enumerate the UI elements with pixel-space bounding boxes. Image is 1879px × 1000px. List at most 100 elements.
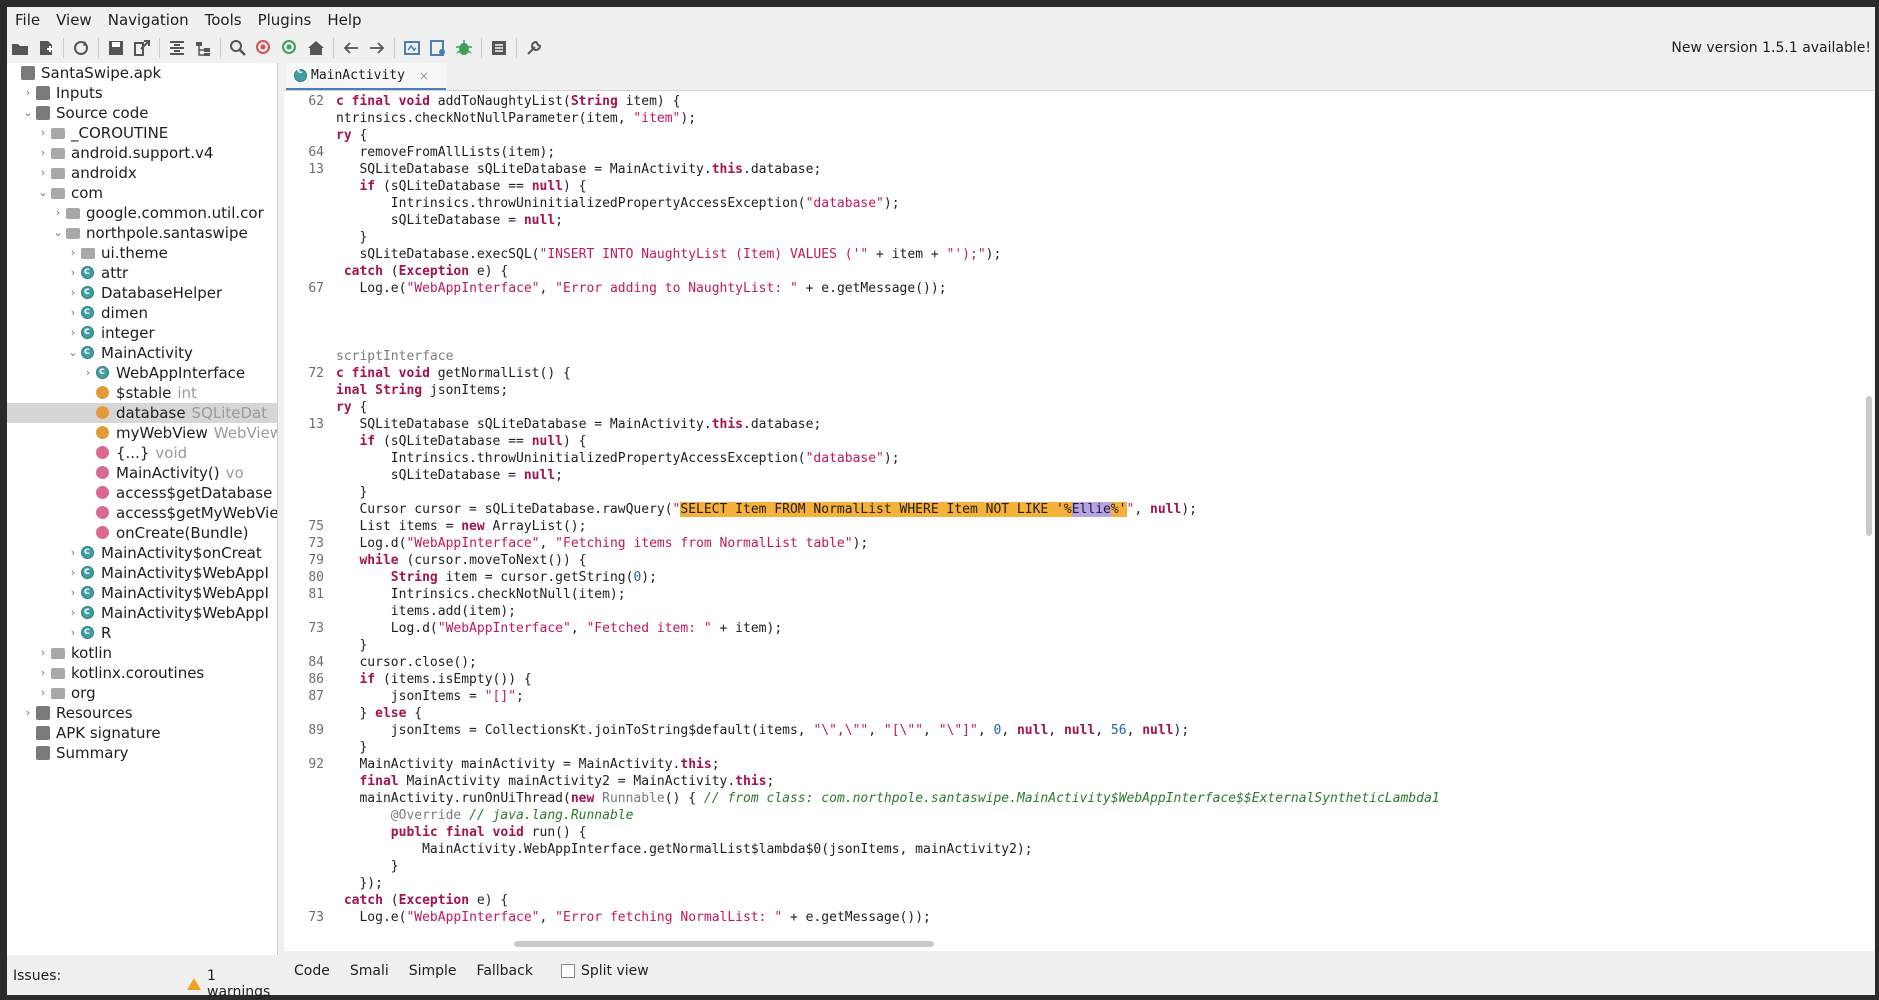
tree-item[interactable]: › kotlin <box>7 643 277 663</box>
debug-icon[interactable] <box>451 35 477 61</box>
expand-icon[interactable]: › <box>37 663 49 683</box>
tab-simple[interactable]: Simple <box>399 963 467 979</box>
tree-item[interactable]: APK signature <box>7 723 277 743</box>
collapse-icon[interactable]: ⌄ <box>52 223 64 243</box>
warnings-indicator[interactable]: 1 warnings <box>187 968 277 1000</box>
code-line[interactable]: SQLiteDatabase sQLiteDatabase = MainActi… <box>336 161 821 178</box>
horizontal-scrollbar[interactable] <box>514 941 934 947</box>
code-line[interactable]: jsonItems = "[]"; <box>336 688 524 705</box>
code-line[interactable]: }); <box>336 875 383 892</box>
tab-mainactivity[interactable]: MainActivity × <box>286 63 446 90</box>
deobf-icon[interactable] <box>399 35 425 61</box>
tree-item[interactable]: MainActivity() vo <box>7 463 277 483</box>
code-line[interactable]: inal String jsonItems; <box>336 382 508 399</box>
expand-icon[interactable]: › <box>82 363 94 383</box>
export-icon[interactable] <box>129 35 155 61</box>
code-line[interactable]: Intrinsics.throwUninitializedPropertyAcc… <box>336 195 900 212</box>
code-line[interactable]: MainActivity.WebAppInterface.getNormalLi… <box>336 841 1033 858</box>
expand-icon[interactable]: › <box>67 623 79 643</box>
code-line[interactable]: c final void getNormalList() { <box>336 365 571 382</box>
tree-item[interactable]: ⌄ Source code <box>7 103 277 123</box>
tree-item[interactable]: › google.common.util.cor <box>7 203 277 223</box>
code-line[interactable]: } <box>336 858 399 875</box>
code-line[interactable]: } else { <box>336 705 422 722</box>
tree-item[interactable]: › _COROUTINE <box>7 123 277 143</box>
tree-item[interactable]: › DatabaseHelper <box>7 282 277 303</box>
tree-item[interactable]: access$getDatabase <box>7 483 277 503</box>
vertical-scrollbar[interactable] <box>1866 396 1872 536</box>
code-line[interactable]: ry { <box>336 399 367 416</box>
tree-item[interactable]: › org <box>7 683 277 703</box>
tree-item[interactable]: ›R <box>7 622 277 643</box>
code-line[interactable]: } <box>336 637 367 654</box>
code-line[interactable]: removeFromAllLists(item); <box>336 144 555 161</box>
home-icon[interactable] <box>303 35 329 61</box>
tree-item[interactable]: $stable int <box>7 383 277 403</box>
tab-smali[interactable]: Smali <box>340 963 399 979</box>
close-icon[interactable]: × <box>419 69 429 83</box>
menu-navigation[interactable]: Navigation <box>100 7 197 33</box>
tree-item[interactable]: › MainActivity$WebAppI <box>7 582 277 603</box>
tree-item[interactable]: SantaSwipe.apk <box>7 63 277 83</box>
code-line[interactable]: sQLiteDatabase.execSQL("INSERT INTO Naug… <box>336 246 1001 263</box>
new-version-notice[interactable]: New version 1.5.1 available! <box>1671 34 1871 62</box>
code-line[interactable]: Log.d("WebAppInterface", "Fetching items… <box>336 535 868 552</box>
expand-icon[interactable]: › <box>37 143 49 163</box>
code-line[interactable]: Log.d("WebAppInterface", "Fetched item: … <box>336 620 782 637</box>
code-line[interactable]: Intrinsics.throwUninitializedPropertyAcc… <box>336 450 900 467</box>
code-line[interactable]: Cursor cursor = sQLiteDatabase.rawQuery(… <box>336 501 1197 518</box>
expand-icon[interactable]: › <box>67 243 79 263</box>
expand-icon[interactable]: › <box>37 683 49 703</box>
back-icon[interactable] <box>338 35 364 61</box>
code-line[interactable]: mainActivity.runOnUiThread(new Runnable(… <box>336 790 1439 807</box>
tree-item[interactable]: › MainActivity$WebAppI <box>7 562 277 583</box>
code-line[interactable]: if (sQLiteDatabase == null) { <box>336 178 586 195</box>
tree-item[interactable]: access$getMyWebVie <box>7 503 277 523</box>
code-line[interactable]: sQLiteDatabase = null; <box>336 467 563 484</box>
tree-item[interactable]: › MainActivity$onCreat <box>7 542 277 563</box>
code-line[interactable]: catch (Exception e) { <box>336 892 508 909</box>
tree-icon[interactable] <box>190 35 216 61</box>
tree-item[interactable]: myWebView WebView <box>7 423 277 443</box>
tab-fallback[interactable]: Fallback <box>467 963 543 979</box>
tree-item[interactable]: › Resources <box>7 703 277 723</box>
tree-item[interactable]: › Inputs <box>7 83 277 103</box>
sync-icon[interactable] <box>68 35 94 61</box>
collapse-icon[interactable]: ⌄ <box>37 183 49 203</box>
tree-item[interactable]: › MainActivity$WebAppI <box>7 602 277 623</box>
code-line[interactable]: ry { <box>336 127 367 144</box>
code-line[interactable]: } <box>336 739 367 756</box>
tab-code[interactable]: Code <box>284 963 340 979</box>
forward-icon[interactable] <box>364 35 390 61</box>
collapse-icon[interactable]: ⌄ <box>67 343 79 363</box>
expand-icon[interactable]: › <box>67 563 79 583</box>
expand-icon[interactable]: › <box>22 703 34 723</box>
code-line[interactable]: } <box>336 229 367 246</box>
code-editor[interactable]: 62 64 13 67 72 13 75 73 79 80 81 73 84 86 87 89 92 73 c f… <box>284 90 1874 951</box>
expand-icon[interactable]: › <box>67 263 79 283</box>
code-line[interactable]: c final void addToNaughtyList(String ite… <box>336 93 680 110</box>
menu-plugins[interactable]: Plugins <box>250 7 320 33</box>
code-line[interactable]: SQLiteDatabase sQLiteDatabase = MainActi… <box>336 416 821 433</box>
flatten-icon[interactable] <box>164 35 190 61</box>
tree-item[interactable]: › android.support.v4 <box>7 143 277 163</box>
code-line[interactable]: Intrinsics.checkNotNull(item); <box>336 586 626 603</box>
tree-item[interactable]: › dimen <box>7 302 277 323</box>
tree-item[interactable]: {...} void <box>7 443 277 463</box>
code-line[interactable]: sQLiteDatabase = null; <box>336 212 563 229</box>
code-line[interactable]: jsonItems = CollectionsKt.joinToString$d… <box>336 722 1189 739</box>
expand-icon[interactable]: › <box>37 163 49 183</box>
code-line[interactable]: items.add(item); <box>336 603 516 620</box>
tree-item[interactable]: › androidx <box>7 163 277 183</box>
find-usage-icon[interactable] <box>277 35 303 61</box>
tree-item[interactable]: Summary <box>7 743 277 763</box>
code-line[interactable]: @Override // java.lang.Runnable <box>336 807 634 824</box>
tree-item[interactable]: › kotlinx.coroutines <box>7 663 277 683</box>
code-line[interactable]: Log.e("WebAppInterface", "Error fetching… <box>336 909 930 926</box>
log-icon[interactable] <box>486 35 512 61</box>
add-file-icon[interactable] <box>33 35 59 61</box>
expand-icon[interactable]: › <box>67 323 79 343</box>
code-line[interactable]: MainActivity mainActivity = MainActivity… <box>336 756 719 773</box>
expand-icon[interactable]: › <box>67 603 79 623</box>
code-line[interactable]: List items = new ArrayList(); <box>336 518 586 535</box>
